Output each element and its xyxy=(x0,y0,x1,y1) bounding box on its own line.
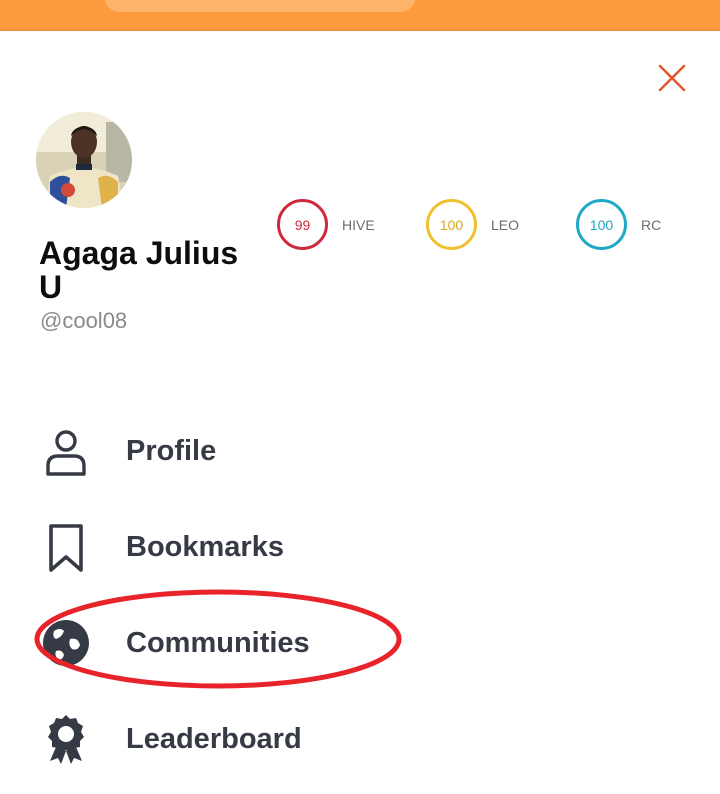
menu-label-profile: Profile xyxy=(126,434,217,467)
stat-label-hive: HIVE xyxy=(342,216,375,233)
hive-power-ring: 99 xyxy=(277,199,328,250)
user-icon xyxy=(40,425,92,477)
menu-label-leaderboard: Leaderboard xyxy=(126,722,302,755)
leo-power-ring: 100 xyxy=(426,199,477,250)
menu-item-bookmarks[interactable]: Bookmarks xyxy=(40,517,460,577)
stat-label-rc: RC xyxy=(641,216,662,233)
user-handle: @cool08 xyxy=(40,308,128,333)
stat-label-leo: LEO xyxy=(491,216,520,233)
user-display-name: Agaga Julius U xyxy=(39,235,239,305)
menu-item-communities[interactable]: Communities xyxy=(40,613,460,673)
stat-hive: 99 HIVE xyxy=(277,199,375,250)
globe-icon xyxy=(40,617,92,669)
search-bar[interactable] xyxy=(104,0,416,12)
rc-power-ring: 100 xyxy=(576,199,627,250)
bookmark-icon xyxy=(40,521,92,573)
close-icon xyxy=(658,64,686,92)
menu-item-leaderboard[interactable]: Leaderboard xyxy=(40,709,460,769)
menu-label-communities: Communities xyxy=(126,626,310,659)
close-button[interactable] xyxy=(652,58,692,98)
stat-rc: 100 RC xyxy=(576,199,661,250)
avatar[interactable] xyxy=(36,112,132,208)
menu-label-bookmarks: Bookmarks xyxy=(126,530,284,563)
menu-item-profile[interactable]: Profile xyxy=(40,421,460,481)
award-badge-icon xyxy=(40,713,92,765)
top-app-bar xyxy=(0,0,720,31)
stat-leo: 100 LEO xyxy=(426,199,519,250)
